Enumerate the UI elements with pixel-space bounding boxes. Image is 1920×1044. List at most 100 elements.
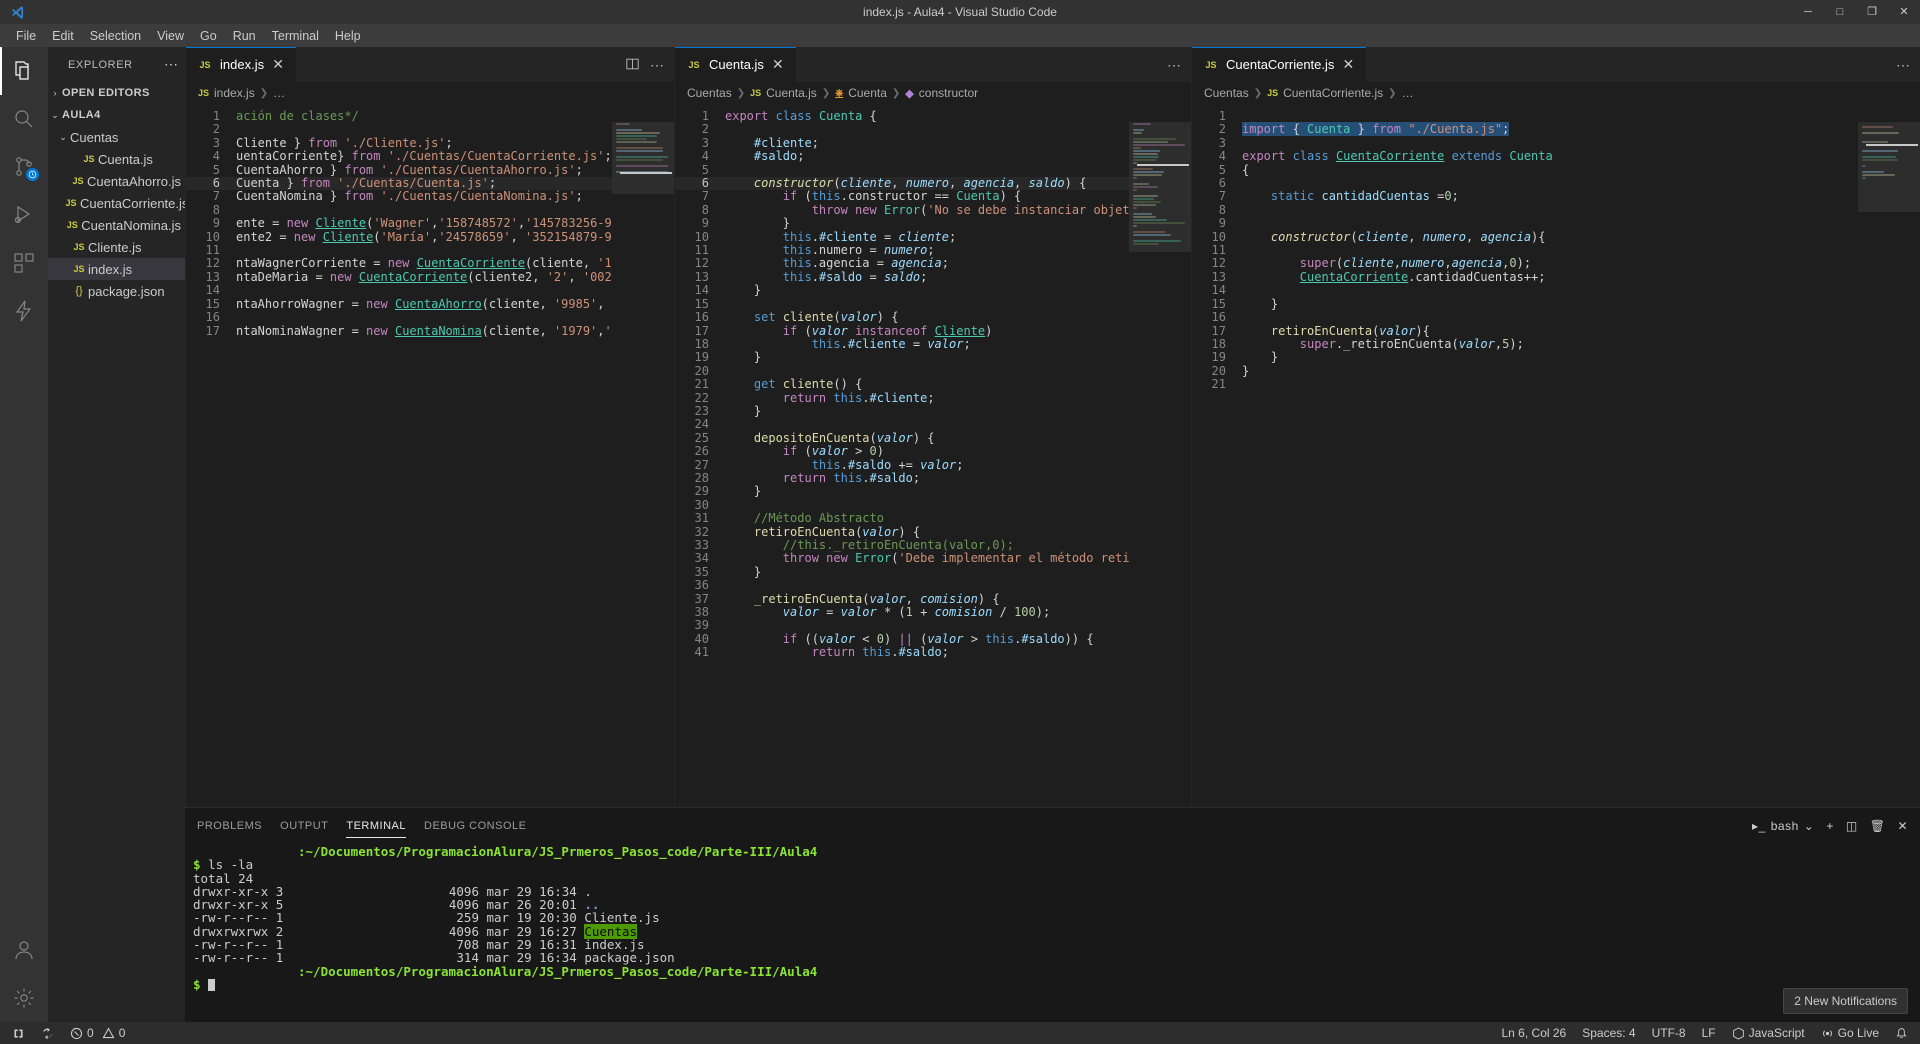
code-editor-3[interactable]: 1 2 import { Cuenta } from "./Cuenta.js"; 3… xyxy=(1192,104,1920,807)
terminal-input-line[interactable]: $ xyxy=(193,978,1920,991)
tab-close-icon[interactable]: ✕ xyxy=(770,56,786,73)
terminal-shell-selector[interactable]: ▸_ bash ⌄ xyxy=(1752,819,1814,833)
vscode-window: index.js - Aula4 - Visual Studio Code ─ … xyxy=(0,0,1920,1044)
kill-terminal-icon[interactable]: 🗑 xyxy=(1870,819,1886,833)
terminal-line: -rw-r--r-- 1 259 mar 19 20:30 Cliente.js xyxy=(193,910,660,926)
menu-view[interactable]: View xyxy=(149,27,192,45)
code-content-index-js[interactable]: 1 ación de clases*/2 3 Cliente } from './Cl… xyxy=(186,104,674,338)
restore-button[interactable]: ❐ xyxy=(1856,0,1888,24)
code-content-cuentacorriente-js[interactable]: 1 2 import { Cuenta } from "./Cuenta.js"; 3… xyxy=(1192,104,1920,392)
search-icon[interactable] xyxy=(0,95,48,143)
minimap-1[interactable] xyxy=(612,104,674,807)
remote-indicator[interactable] xyxy=(6,1022,31,1044)
breadcrumb-item[interactable]: Cuentas xyxy=(1204,86,1249,100)
code-editor-1[interactable]: 1 ación de clases*/2 3 Cliente } from './Cl… xyxy=(186,104,674,807)
more-actions-icon[interactable]: ⋯ xyxy=(650,58,664,72)
code-editor-2[interactable]: 1 export class Cuenta {2 3 #cliente; 4 #sal… xyxy=(675,104,1191,807)
explorer-sidebar: EXPLORER ⋯ › OPEN EDITORS ⌄ AULA4 ⌄ Cuentas JS… xyxy=(48,47,185,1022)
sync-status[interactable] xyxy=(35,1022,60,1044)
sidebar-item-cuentanomina-js[interactable]: JS CuentaNomina.js xyxy=(48,214,185,236)
menu-go[interactable]: Go xyxy=(192,27,225,45)
breadcrumb-item[interactable]: CuentaCorriente.js xyxy=(1283,86,1383,100)
terminal-icon: ▸_ xyxy=(1752,818,1766,833)
explorer-title: EXPLORER xyxy=(68,58,133,71)
notifications-toast-label: 2 New Notifications xyxy=(1794,994,1897,1008)
sidebar-item-cuentas[interactable]: ⌄ Cuentas xyxy=(48,126,185,148)
eol[interactable]: LF xyxy=(1696,1022,1722,1044)
cursor-position[interactable]: Ln 6, Col 26 xyxy=(1496,1022,1573,1044)
sidebar-section-aula4[interactable]: ⌄ AULA4 xyxy=(48,104,185,126)
breadcrumb-item[interactable]: Cuentas xyxy=(687,86,732,100)
activity-bar xyxy=(0,47,48,1022)
problems-status[interactable]: 0 0 xyxy=(64,1022,131,1044)
indentation[interactable]: Spaces: 4 xyxy=(1576,1022,1641,1044)
close-button[interactable]: ✕ xyxy=(1888,0,1920,24)
tab-cuenta-js[interactable]: JS Cuenta.js ✕ xyxy=(675,47,797,82)
notifications-toast[interactable]: 2 New Notifications xyxy=(1783,988,1908,1014)
breadcrumb-item[interactable]: constructor xyxy=(919,86,978,100)
new-terminal-icon[interactable]: + xyxy=(1826,819,1834,833)
close-panel-icon[interactable]: ✕ xyxy=(1897,819,1908,833)
extensions-icon[interactable] xyxy=(0,239,48,287)
settings-gear-icon[interactable] xyxy=(0,974,48,1022)
menu-selection[interactable]: Selection xyxy=(82,27,149,45)
sidebar-item-cuentacorriente-js[interactable]: JS CuentaCorriente.js xyxy=(48,192,185,214)
menu-file[interactable]: File xyxy=(8,27,44,45)
split-terminal-icon[interactable]: ◫ xyxy=(1846,819,1858,833)
breadcrumb-item[interactable]: Cuenta xyxy=(848,86,887,100)
source-control-badge-icon xyxy=(26,168,39,181)
split-editor-icon[interactable] xyxy=(625,57,640,73)
minimize-button[interactable]: ─ xyxy=(1792,0,1824,24)
sidebar-item-cuentaahorro-js[interactable]: JS CuentaAhorro.js xyxy=(48,170,185,192)
menu-run[interactable]: Run xyxy=(225,27,264,45)
menu-edit[interactable]: Edit xyxy=(44,27,82,45)
breadcrumb-item[interactable]: … xyxy=(1402,86,1414,100)
run-debug-icon[interactable] xyxy=(0,191,48,239)
breadcrumb-item[interactable]: Cuenta.js xyxy=(766,86,817,100)
chevron-icon: › xyxy=(53,88,57,98)
sidebar-item-cliente-js[interactable]: JS Cliente.js xyxy=(48,236,185,258)
breadcrumb-item[interactable]: index.js xyxy=(214,86,255,100)
panel-tab-debug-console[interactable]: DEBUG CONSOLE xyxy=(424,812,526,840)
explorer-icon[interactable] xyxy=(0,47,48,95)
tab-cuentacorriente-js[interactable]: JS CuentaCorriente.js ✕ xyxy=(1192,47,1368,82)
thunder-client-icon[interactable] xyxy=(0,287,48,335)
minimap-3[interactable] xyxy=(1858,104,1920,807)
minimap-2[interactable] xyxy=(1129,104,1191,807)
chevron-down-icon: ⌄ xyxy=(1803,818,1815,833)
terminal-line: -rw-r--r-- 1 708 mar 29 16:31 index.js xyxy=(193,937,645,953)
notifications-bell[interactable] xyxy=(1889,1022,1914,1044)
breadcrumb-item[interactable]: … xyxy=(273,86,285,100)
source-control-icon[interactable] xyxy=(0,143,48,191)
breadcrumb-separator-icon: ❯ xyxy=(1253,87,1263,99)
minimap-handle[interactable] xyxy=(620,172,672,174)
minimap-handle[interactable] xyxy=(1137,164,1189,166)
tree-item-label: Cuenta.js xyxy=(98,151,153,167)
encoding[interactable]: UTF-8 xyxy=(1646,1022,1692,1044)
panel-tab-output[interactable]: OUTPUT xyxy=(280,812,328,840)
sidebar-item-index-js[interactable]: JS index.js xyxy=(48,258,185,280)
minimap-handle[interactable] xyxy=(1866,144,1918,146)
sidebar-item-cuenta-js[interactable]: JS Cuenta.js xyxy=(48,148,185,170)
sidebar-section-open-editors[interactable]: › OPEN EDITORS xyxy=(48,82,185,104)
language-mode[interactable]: JavaScript xyxy=(1726,1022,1811,1044)
explorer-more-icon[interactable]: ⋯ xyxy=(164,56,179,73)
more-actions-icon[interactable]: ⋯ xyxy=(1167,58,1181,72)
accounts-icon[interactable] xyxy=(0,926,48,974)
menu-help[interactable]: Help xyxy=(327,27,369,45)
maximize-button[interactable]: □ xyxy=(1824,0,1856,24)
panel-tab-terminal[interactable]: TERMINAL xyxy=(346,812,406,840)
breadcrumb-separator-icon: ❯ xyxy=(1388,87,1397,99)
explorer-header: EXPLORER ⋯ xyxy=(48,47,185,82)
menu-terminal[interactable]: Terminal xyxy=(264,27,327,45)
tab-close-icon[interactable]: ✕ xyxy=(270,56,286,73)
code-content-cuenta-js[interactable]: 1 export class Cuenta {2 3 #cliente; 4 #sal… xyxy=(675,104,1191,660)
panel-tab-problems[interactable]: PROBLEMS xyxy=(197,812,262,840)
terminal-output[interactable]: :~/Documentos/ProgramacionAlura/JS_Prmer… xyxy=(185,843,1920,1022)
tab-close-icon[interactable]: ✕ xyxy=(1340,56,1356,73)
more-actions-icon[interactable]: ⋯ xyxy=(1896,58,1910,72)
breadcrumb-2: Cuentas ❯ JS Cuenta.js ❯ ⎈ Cuenta ❯ ◆ co… xyxy=(675,82,1191,104)
go-live[interactable]: Go Live xyxy=(1815,1022,1885,1044)
tab-index-js[interactable]: JS index.js ✕ xyxy=(186,47,298,82)
sidebar-item-package-json[interactable]: {} package.json xyxy=(48,280,185,302)
